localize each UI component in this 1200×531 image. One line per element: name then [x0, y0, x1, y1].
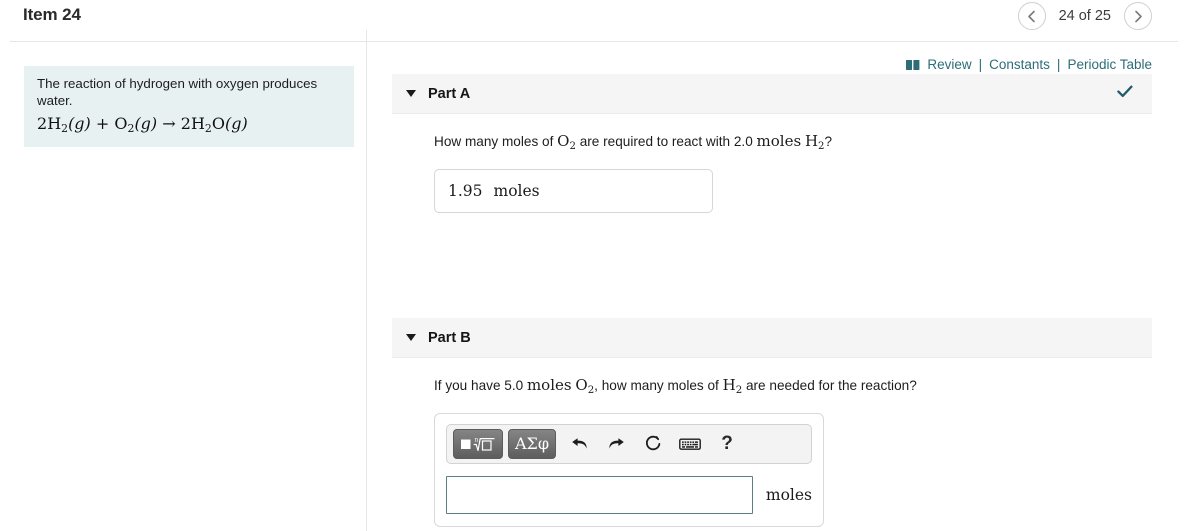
redo-arrow-icon[interactable]	[602, 430, 630, 458]
eq-coeff-1: 2	[37, 114, 48, 133]
part-a-label: Part A	[428, 85, 471, 102]
eq-state-1: (g)	[68, 114, 91, 133]
link-separator-2: |	[1056, 57, 1061, 72]
link-separator-1: |	[978, 57, 983, 72]
eq-species-o: O	[211, 114, 225, 133]
part-a-panel: Part A How many moles of O2 are required…	[392, 74, 1152, 213]
chevron-right-icon	[1134, 10, 1143, 23]
pa-species-o: O	[557, 132, 570, 150]
eq-plus: +	[95, 114, 110, 133]
part-b-answer-unit: moles	[765, 485, 812, 504]
eq-state-3: (g)	[224, 114, 248, 133]
question-prompt: The reaction of hydrogen with oxygen pro…	[37, 76, 318, 108]
chemical-equation: 2H2(g) + O2(g) → 2H2O(g)	[37, 114, 342, 135]
constants-link[interactable]: Constants	[989, 57, 1050, 72]
part-a-answer-display: 1.95 moles	[434, 168, 713, 213]
part-b-label: Part B	[428, 329, 471, 346]
part-a-question: How many moles of O2 are required to rea…	[434, 132, 1152, 156]
pa-species-h: H	[804, 132, 819, 150]
eq-state-2: (g)	[134, 114, 158, 133]
eq-species-h2: H	[47, 114, 62, 133]
part-b-body: If you have 5.0 moles O2, how many moles…	[392, 358, 1152, 527]
answer-column: Review | Constants | Periodic Table Part…	[367, 42, 1200, 531]
svg-text:n: n	[475, 436, 479, 443]
undo-arrow-icon[interactable]	[565, 430, 593, 458]
part-b-answer-row: moles	[446, 475, 812, 514]
math-template-icon[interactable]: n	[453, 428, 503, 459]
book-icon	[906, 59, 920, 71]
pb-moles-word: moles	[526, 376, 572, 394]
pa-q-pre: How many moles of	[434, 134, 558, 149]
page-title: Item 24	[23, 5, 81, 24]
reset-circular-arrow-icon[interactable]	[639, 430, 667, 458]
part-b-header[interactable]: Part B	[392, 318, 1152, 358]
caret-down-icon[interactable]	[406, 90, 416, 97]
previous-item-button[interactable]	[1017, 2, 1046, 30]
question-statement-box: The reaction of hydrogen with oxygen pro…	[24, 66, 354, 148]
item-navigation: 24 of 25	[1017, 2, 1152, 30]
math-toolbar: n ΑΣφ ?	[446, 423, 812, 464]
part-a-answer-unit: moles	[493, 181, 540, 200]
part-b-answer-panel: n ΑΣφ ? moles	[434, 412, 824, 527]
pb-q-mid: , how many moles of	[594, 378, 723, 393]
pb-q-pre: If you have 5.0	[434, 378, 527, 393]
pa-q-mid: are required to react with 2.0	[575, 134, 757, 149]
review-link[interactable]: Review	[927, 57, 971, 72]
resource-links: Review | Constants | Periodic Table	[906, 57, 1152, 72]
chevron-left-icon	[1027, 10, 1036, 23]
eq-species-o2: O	[114, 114, 128, 133]
check-icon	[1117, 85, 1133, 103]
part-b-panel: Part B If you have 5.0 moles O2, how man…	[392, 318, 1152, 527]
eq-arrow: →	[162, 114, 176, 133]
part-b-answer-input[interactable]	[446, 475, 753, 514]
pb-q-post: are needed for the reaction?	[742, 378, 917, 393]
pa-moles-word: moles	[756, 132, 802, 150]
periodic-table-link[interactable]: Periodic Table	[1067, 57, 1152, 72]
pa-q-post: ?	[824, 134, 833, 149]
question-column: The reaction of hydrogen with oxygen pro…	[0, 42, 366, 531]
eq-species-h: H	[190, 114, 205, 133]
page-root: Item 24 24 of 25 The reaction of hydroge…	[0, 0, 1200, 531]
part-a-header[interactable]: Part A	[392, 74, 1152, 114]
eq-sub-h: 2	[204, 122, 212, 136]
part-b-question: If you have 5.0 moles O2, how many moles…	[434, 376, 1152, 400]
pb-species-h: H	[722, 376, 736, 394]
next-item-button[interactable]	[1124, 2, 1152, 30]
eq-coeff-2: 2	[180, 114, 191, 133]
item-counter: 24 of 25	[1058, 8, 1111, 24]
keyboard-icon[interactable]	[676, 430, 704, 458]
top-bar: Item 24 24 of 25	[0, 0, 1200, 42]
part-a-answer-value: 1.95	[448, 181, 483, 200]
part-a-body: How many moles of O2 are required to rea…	[392, 114, 1152, 213]
greek-symbols-button[interactable]: ΑΣφ	[508, 428, 557, 459]
pb-species-o: O	[575, 376, 588, 394]
caret-down-icon[interactable]	[406, 334, 416, 341]
question-mark-icon[interactable]: ?	[713, 430, 741, 458]
